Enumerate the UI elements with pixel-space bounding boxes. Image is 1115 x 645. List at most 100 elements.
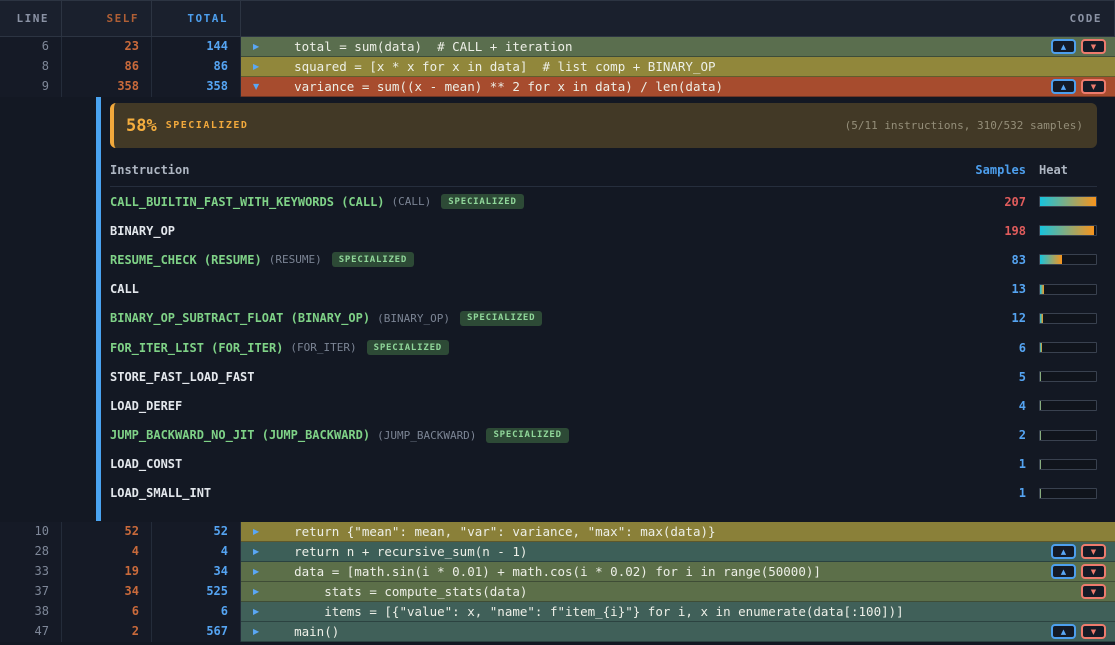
column-header-total[interactable]: TOTAL — [152, 1, 241, 36]
samples-count: 5 — [956, 370, 1026, 384]
jump-down-button[interactable]: ▼ — [1081, 79, 1106, 94]
code-cell[interactable]: ▶ stats = compute_stats(data)▼ — [241, 582, 1115, 602]
jump-down-button[interactable]: ▼ — [1081, 544, 1106, 559]
expand-icon[interactable]: ▶ — [253, 582, 264, 602]
line-number: 9 — [0, 77, 62, 97]
code-cell[interactable]: ▶ items = [{"value": x, "name": f"item_{… — [241, 602, 1115, 622]
column-header-samples[interactable]: Samples — [956, 163, 1026, 177]
code-cell[interactable]: ▼ variance = sum((x - mean) ** 2 for x i… — [241, 77, 1115, 97]
code-rows-top: 623144▶ total = sum(data) # CALL + itera… — [0, 37, 1115, 97]
specialized-badge: SPECIALIZED — [486, 428, 568, 443]
line-number: 6 — [0, 37, 62, 57]
instruction-name: LOAD_SMALL_INT — [110, 486, 211, 500]
self-samples: 23 — [62, 37, 152, 57]
expand-icon[interactable]: ▶ — [253, 522, 264, 542]
row-nav-buttons: ▲▼ — [1051, 564, 1106, 579]
instruction-table-header: Instruction Samples Heat — [110, 163, 1097, 187]
expand-icon[interactable]: ▶ — [253, 37, 264, 57]
heat-bar — [1039, 430, 1097, 441]
code-row[interactable]: 9358358▼ variance = sum((x - mean) ** 2 … — [0, 77, 1115, 97]
instruction-name: BINARY_OP — [110, 224, 175, 238]
heat-fill — [1040, 372, 1041, 381]
instruction-name: JUMP_BACKWARD_NO_JIT (JUMP_BACKWARD) — [110, 428, 370, 442]
column-header-heat[interactable]: Heat — [1039, 163, 1097, 177]
code-cell[interactable]: ▶ return {"mean": mean, "var": variance,… — [241, 522, 1115, 542]
instruction-name-cell: LOAD_SMALL_INT — [110, 486, 956, 500]
column-header-instruction[interactable]: Instruction — [110, 163, 956, 177]
instruction-row: FOR_ITER_LIST (FOR_ITER)(FOR_ITER)SPECIA… — [110, 333, 1097, 362]
expand-icon[interactable]: ▶ — [253, 622, 264, 642]
samples-count: 6 — [956, 341, 1026, 355]
jump-up-button[interactable]: ▲ — [1051, 544, 1076, 559]
instruction-base-name: (FOR_ITER) — [290, 341, 356, 354]
code-line: return n + recursive_sum(n - 1) — [264, 542, 527, 561]
heat-fill — [1040, 489, 1041, 498]
instruction-name-cell: JUMP_BACKWARD_NO_JIT (JUMP_BACKWARD) (JUM… — [110, 428, 956, 443]
heat-bar — [1039, 371, 1097, 382]
column-header-self[interactable]: SELF — [62, 1, 152, 36]
jump-up-button[interactable]: ▲ — [1051, 79, 1076, 94]
expand-icon[interactable]: ▶ — [253, 562, 264, 582]
samples-count: 4 — [956, 399, 1026, 413]
total-samples: 34 — [152, 562, 241, 582]
instruction-row: BINARY_OP198 — [110, 216, 1097, 245]
code-cell[interactable]: ▶ data = [math.sin(i * 0.01) + math.cos(… — [241, 562, 1115, 582]
heat-bar — [1039, 488, 1097, 499]
code-line: items = [{"value": x, "name": f"item_{i}… — [264, 602, 904, 621]
self-samples: 6 — [62, 602, 152, 622]
instruction-row: RESUME_CHECK (RESUME)(RESUME)SPECIALIZED… — [110, 245, 1097, 274]
instruction-name-cell: BINARY_OP — [110, 224, 956, 238]
jump-down-button[interactable]: ▼ — [1081, 39, 1106, 54]
code-row[interactable]: 623144▶ total = sum(data) # CALL + itera… — [0, 37, 1115, 57]
collapse-icon[interactable]: ▼ — [253, 77, 264, 97]
code-line: data = [math.sin(i * 0.01) + math.cos(i … — [264, 562, 821, 581]
self-samples: 19 — [62, 562, 152, 582]
code-row[interactable]: 472567▶ main()▲▼ — [0, 622, 1115, 642]
self-samples: 2 — [62, 622, 152, 642]
jump-down-button[interactable]: ▼ — [1081, 564, 1106, 579]
line-number: 38 — [0, 602, 62, 622]
row-nav-buttons: ▲▼ — [1051, 39, 1106, 54]
jump-down-button[interactable]: ▼ — [1081, 584, 1106, 599]
code-rows-bottom: 105252▶ return {"mean": mean, "var": var… — [0, 522, 1115, 642]
heat-fill — [1040, 197, 1096, 206]
code-row[interactable]: 3866▶ items = [{"value": x, "name": f"it… — [0, 602, 1115, 622]
self-samples: 86 — [62, 57, 152, 77]
row-nav-buttons: ▲▼ — [1051, 624, 1106, 639]
jump-up-button[interactable]: ▲ — [1051, 624, 1076, 639]
code-cell[interactable]: ▶ squared = [x * x for x in data] # list… — [241, 57, 1115, 77]
instruction-list: CALL_BUILTIN_FAST_WITH_KEYWORDS (CALL)(C… — [110, 187, 1097, 508]
code-row[interactable]: 2844▶ return n + recursive_sum(n - 1)▲▼ — [0, 542, 1115, 562]
column-header-line[interactable]: LINE — [0, 1, 62, 36]
line-number: 33 — [0, 562, 62, 582]
instruction-base-name: (JUMP_BACKWARD) — [377, 429, 476, 442]
jump-up-button[interactable]: ▲ — [1051, 39, 1076, 54]
instruction-name: RESUME_CHECK (RESUME) — [110, 253, 262, 267]
code-cell[interactable]: ▶ return n + recursive_sum(n - 1) ▲ ▼ — [241, 542, 1115, 562]
code-row[interactable]: 105252▶ return {"mean": mean, "var": var… — [0, 522, 1115, 542]
samples-count: 12 — [956, 311, 1026, 325]
expand-icon[interactable]: ▶ — [253, 602, 264, 622]
self-samples: 4 — [62, 542, 152, 562]
instruction-name-cell: LOAD_CONST — [110, 457, 956, 471]
total-samples: 86 — [152, 57, 241, 77]
samples-count: 1 — [956, 457, 1026, 471]
code-line: return {"mean": mean, "var": variance, "… — [264, 522, 716, 541]
jump-down-button[interactable]: ▼ — [1081, 624, 1106, 639]
jump-up-button[interactable]: ▲ — [1051, 564, 1076, 579]
code-row[interactable]: 331934▶ data = [math.sin(i * 0.01) + mat… — [0, 562, 1115, 582]
code-line: squared = [x * x for x in data] # list c… — [264, 57, 716, 76]
code-row[interactable]: 88686▶ squared = [x * x for x in data] #… — [0, 57, 1115, 77]
self-samples: 52 — [62, 522, 152, 542]
code-row[interactable]: 3734525▶ stats = compute_stats(data)▼ — [0, 582, 1115, 602]
expand-icon[interactable]: ▶ — [253, 542, 264, 562]
expand-icon[interactable]: ▶ — [253, 57, 264, 77]
instruction-row: CALL_BUILTIN_FAST_WITH_KEYWORDS (CALL)(C… — [110, 187, 1097, 216]
total-samples: 4 — [152, 542, 241, 562]
code-cell[interactable]: ▶ total = sum(data) # CALL + iteration▲▼ — [241, 37, 1115, 57]
code-cell[interactable]: ▶ main()▲▼ — [241, 622, 1115, 642]
line-number: 8 — [0, 57, 62, 77]
instruction-row: BINARY_OP_SUBTRACT_FLOAT (BINARY_OP)(BIN… — [110, 304, 1097, 333]
heat-fill — [1040, 255, 1062, 264]
code-line: total = sum(data) # CALL + iteration — [264, 37, 573, 56]
